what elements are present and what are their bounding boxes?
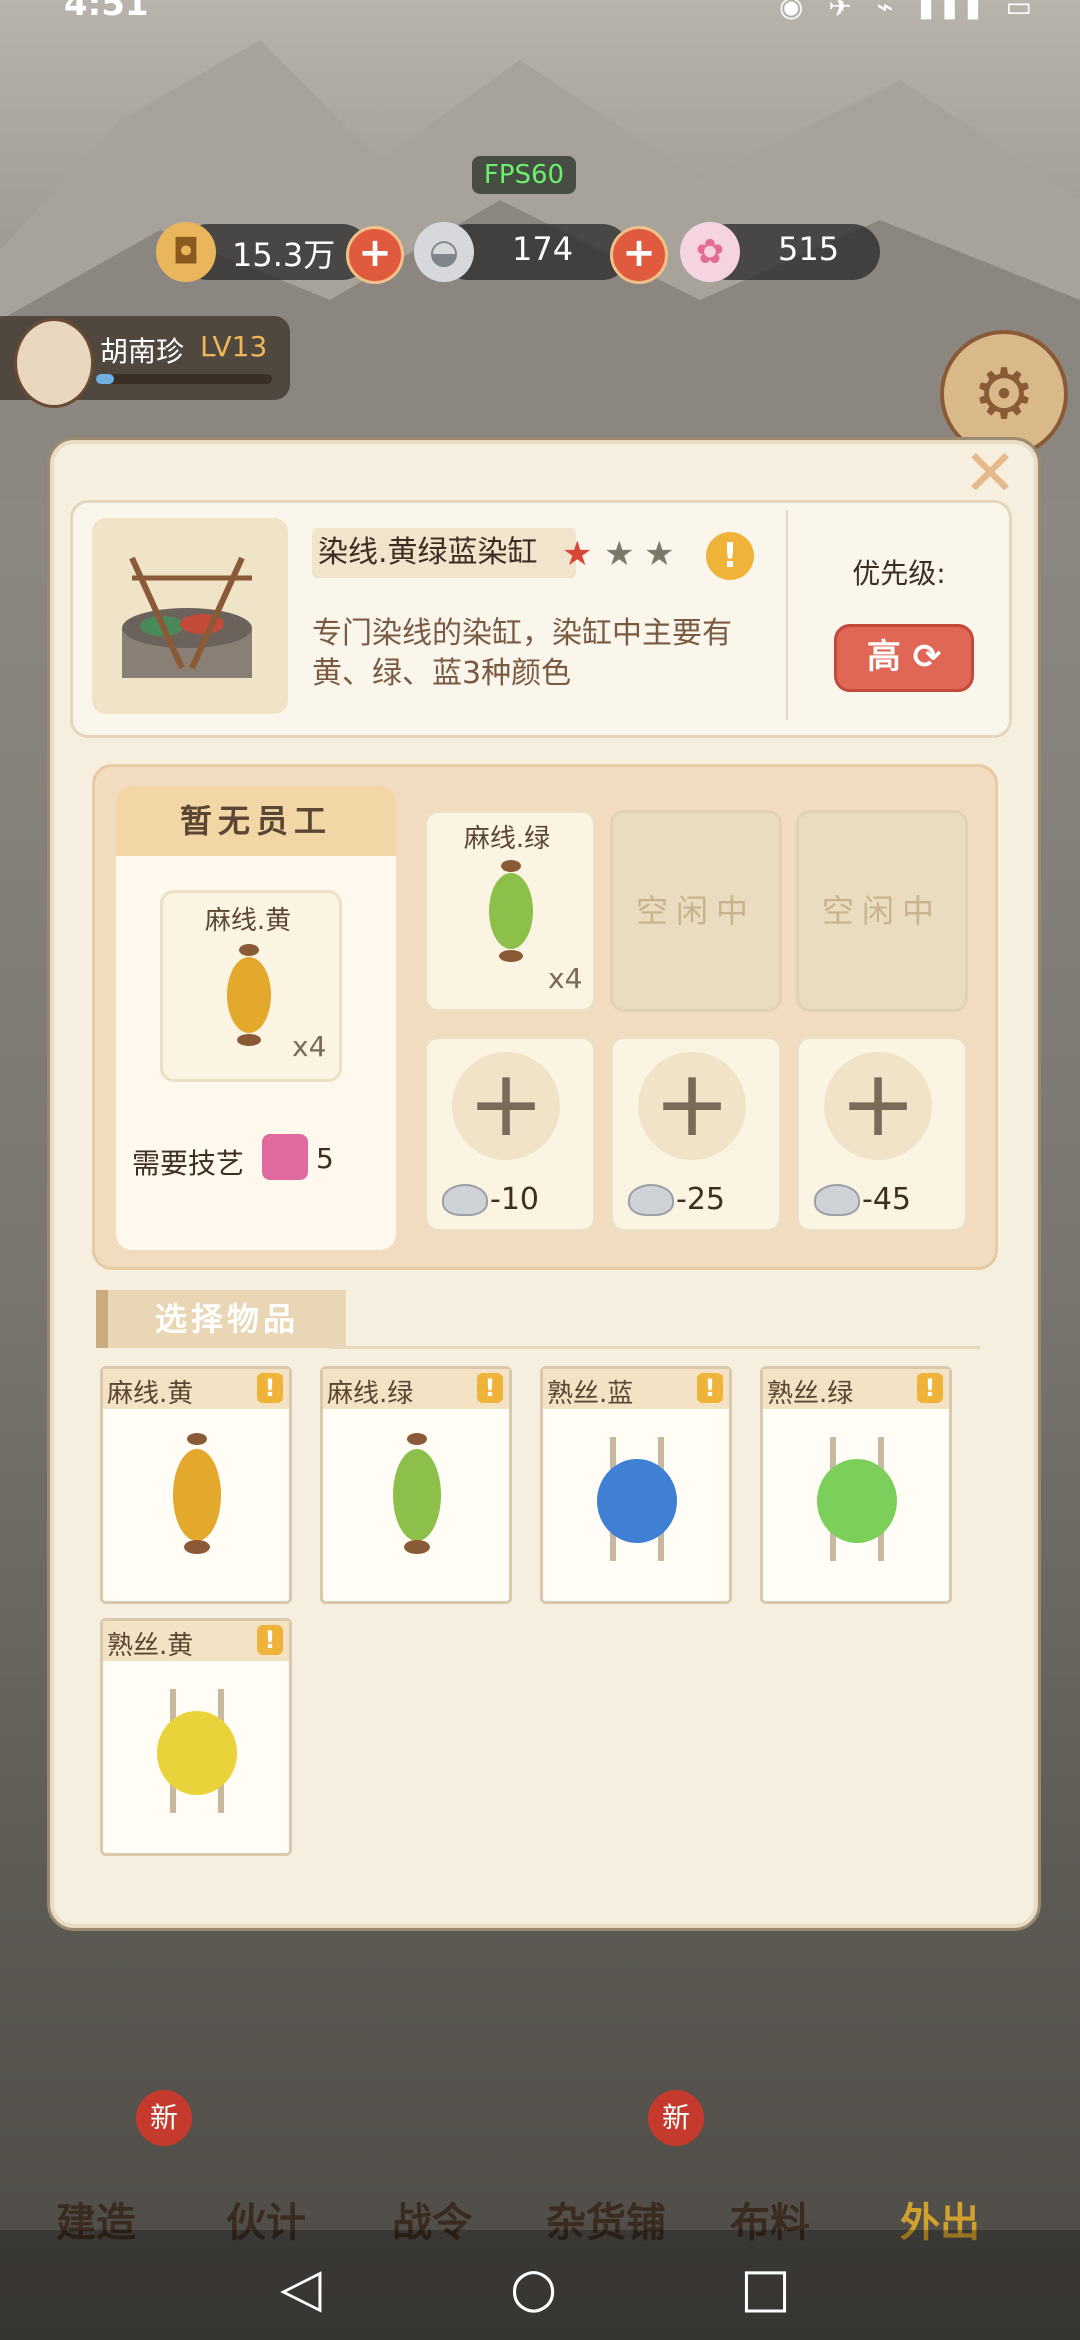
status-bar: 4:51 ◉ ✈ ⌁ ▮▮▮ ▭ — [0, 0, 1080, 40]
player-avatar[interactable] — [14, 318, 94, 408]
item-warning-icon: ! — [477, 1373, 503, 1403]
info-warning-icon[interactable]: ! — [706, 532, 754, 580]
yellow-spool-icon — [173, 1433, 221, 1554]
recents-icon[interactable]: □ — [740, 2256, 791, 2319]
status-time: 4:51 — [64, 0, 149, 24]
plus-icon[interactable]: + — [638, 1052, 746, 1160]
player-level: LV13 — [200, 330, 268, 363]
unlock-cost-2: -25 — [676, 1182, 725, 1217]
priority-value: 高 — [866, 637, 901, 677]
new-badge: 新 — [648, 2090, 704, 2146]
queue-slot-1-qty: x4 — [548, 962, 583, 995]
queue-slot-3-idle[interactable]: 空闲中 — [796, 810, 968, 1012]
green-silk-icon — [817, 1437, 897, 1561]
item-name: 麻线.绿 — [327, 1379, 414, 1409]
close-icon[interactable]: ✕ — [960, 442, 1020, 506]
silver-value: 174 — [512, 230, 574, 268]
item-name: 熟丝.蓝 — [547, 1379, 634, 1409]
star-icon-3: ★ — [644, 534, 675, 574]
item-warning-icon: ! — [257, 1373, 283, 1403]
item-name: 熟丝.绿 — [767, 1379, 854, 1409]
status-icons: ◉ ✈ ⌁ ▮▮▮ ▭ — [778, 0, 1040, 23]
queue-slot-1-label: 麻线.绿 — [463, 824, 551, 854]
item-card-1[interactable]: 麻线.黄 ! — [100, 1366, 292, 1604]
green-spool-icon — [393, 1433, 441, 1554]
priority-label: 优先级: — [852, 557, 946, 590]
item-card-2[interactable]: 麻线.绿 ! — [320, 1366, 512, 1604]
building-name: 染线.黄绿蓝染缸 — [312, 528, 576, 578]
silver-ingot-icon: ◒ — [414, 222, 474, 282]
plus-icon[interactable]: + — [824, 1052, 932, 1160]
current-product-name: 麻线.黄 — [204, 906, 292, 936]
staff-title: 暂无员工 — [116, 786, 396, 856]
new-badge: 新 — [136, 2090, 192, 2146]
add-coin-button[interactable]: + — [346, 226, 404, 284]
dye-vat-image — [92, 518, 288, 714]
skill-required-value: 5 — [316, 1142, 334, 1175]
unlock-cost-1: -10 — [490, 1182, 539, 1217]
flower-value: 515 — [778, 230, 840, 268]
current-product-qty: x4 — [292, 1030, 327, 1063]
silver-ingot-icon — [814, 1184, 860, 1216]
item-warning-icon: ! — [257, 1625, 283, 1655]
item-name: 麻线.黄 — [107, 1379, 194, 1409]
select-items-header: 选择物品 — [96, 1290, 346, 1348]
star-icon-2: ★ — [604, 534, 635, 574]
fps-counter: FPS60 — [472, 156, 576, 194]
item-warning-icon: ! — [917, 1373, 943, 1403]
queue-slot-2-idle[interactable]: 空闲中 — [610, 810, 782, 1012]
star-icon-1: ★ — [562, 534, 593, 574]
item-card-5[interactable]: 熟丝.黄 ! — [100, 1618, 292, 1856]
home-icon[interactable]: ○ — [510, 2256, 557, 2319]
green-spool-icon — [489, 860, 533, 962]
skill-book-icon — [262, 1134, 308, 1180]
item-name: 熟丝.黄 — [107, 1631, 194, 1661]
item-card-4[interactable]: 熟丝.绿 ! — [760, 1366, 952, 1604]
card-divider — [786, 510, 788, 720]
yellow-spool-icon — [227, 944, 271, 1046]
unlock-cost-3: -45 — [862, 1182, 911, 1217]
back-icon[interactable]: ◁ — [280, 2256, 322, 2319]
header-divider — [330, 1346, 980, 1349]
dye-vat-icon — [122, 556, 252, 678]
blue-silk-icon — [597, 1437, 677, 1561]
item-warning-icon: ! — [697, 1373, 723, 1403]
silver-ingot-icon — [442, 1184, 488, 1216]
copper-coin-icon: ◘ — [156, 222, 216, 282]
skill-required-label: 需要技艺 — [132, 1147, 245, 1180]
player-name: 胡南珍 — [100, 335, 185, 368]
item-card-3[interactable]: 熟丝.蓝 ! — [540, 1366, 732, 1604]
yellow-silk-icon — [157, 1689, 237, 1813]
priority-toggle-button[interactable]: 高 ⟳ — [834, 624, 974, 692]
flower-icon: ✿ — [680, 222, 740, 282]
building-description: 专门染线的染缸，染缸中主要有黄、绿、蓝3种颜色 — [312, 616, 732, 691]
add-silver-button[interactable]: + — [610, 226, 668, 284]
coin-value: 15.3万 — [232, 236, 336, 274]
player-exp-bar — [96, 374, 272, 384]
silver-ingot-icon — [628, 1184, 674, 1216]
plus-icon[interactable]: + — [452, 1052, 560, 1160]
